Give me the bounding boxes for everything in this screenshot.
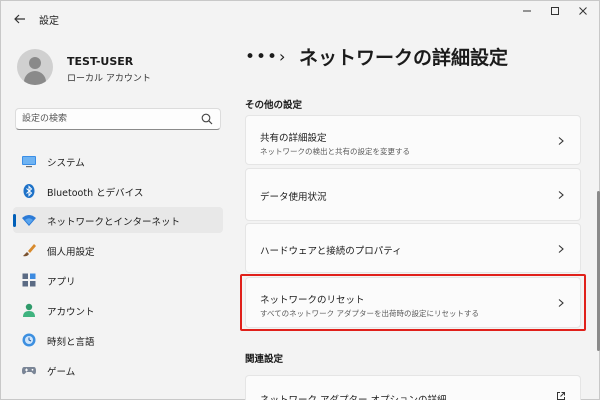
profile-account-type: ローカル アカウント — [67, 74, 151, 84]
active-indicator — [13, 214, 16, 227]
title-bar: 設定 — [1, 1, 599, 37]
search-icon[interactable] — [200, 112, 214, 126]
settings-window: 設定 TEST-USER ローカル アカウント システム — [0, 0, 600, 400]
bluetooth-icon — [23, 184, 35, 198]
chevron-right-icon — [558, 191, 564, 199]
close-icon — [579, 7, 587, 15]
breadcrumb-separator: › — [279, 47, 286, 66]
wifi-icon — [22, 215, 36, 226]
back-button[interactable] — [11, 10, 29, 28]
search-input[interactable] — [22, 112, 192, 126]
page-title: ネットワークの詳細設定 — [299, 47, 509, 69]
sidebar-item-label: アプリ — [47, 277, 76, 288]
sidebar-item-apps[interactable]: アプリ — [13, 267, 223, 293]
section-heading-other: その他の設定 — [245, 100, 303, 111]
external-link-icon — [557, 392, 565, 400]
gamepad-icon — [22, 367, 36, 375]
chevron-right-icon — [558, 245, 564, 253]
card-description: ネットワークの検出と共有の設定を変更する — [260, 147, 410, 156]
card-title: ネットワーク アダプター オプションの詳細 — [260, 392, 447, 400]
sidebar-item-label: Bluetooth とデバイス — [47, 188, 144, 199]
chevron-right-icon — [558, 137, 564, 145]
sidebar-item-label: アカウント — [47, 307, 95, 318]
sidebar-item-label: 個人用設定 — [47, 247, 95, 258]
minimize-icon — [523, 10, 531, 12]
sidebar-item-system[interactable]: システム — [13, 148, 223, 174]
maximize-button[interactable] — [543, 5, 567, 21]
avatar-body — [24, 71, 46, 85]
brush-icon — [23, 244, 36, 257]
card-title: ネットワークのリセット — [260, 295, 365, 306]
card-hardware-properties[interactable]: ハードウェアと接続のプロパティ — [245, 223, 581, 273]
sidebar-item-label: ネットワークとインターネット — [47, 217, 181, 228]
card-data-usage[interactable]: データ使用状況 — [245, 168, 581, 221]
sidebar-item-label: システム — [47, 158, 85, 169]
card-description: すべてのネットワーク アダプターを出荷時の設定にリセットする — [260, 309, 480, 318]
globe-clock-icon — [22, 333, 36, 347]
avatar[interactable] — [17, 49, 53, 85]
card-title: ハードウェアと接続のプロパティ — [260, 246, 402, 257]
breadcrumb-overflow-button[interactable]: ••• — [245, 47, 278, 67]
monitor-icon — [22, 156, 36, 168]
sidebar-item-accounts[interactable]: アカウント — [13, 297, 223, 323]
person-icon — [23, 303, 35, 317]
sidebar-item-personalization[interactable]: 個人用設定 — [13, 237, 223, 263]
profile-name: TEST-USER — [67, 55, 134, 68]
card-title: データ使用状況 — [260, 192, 327, 203]
chevron-right-icon — [558, 299, 564, 307]
card-advanced-sharing[interactable]: 共有の詳細設定 ネットワークの検出と共有の設定を変更する — [245, 115, 581, 165]
maximize-icon — [551, 7, 559, 15]
card-title: 共有の詳細設定 — [260, 133, 327, 144]
sidebar-item-bluetooth[interactable]: Bluetooth とデバイス — [13, 178, 223, 204]
sidebar-item-network[interactable]: ネットワークとインターネット — [13, 207, 223, 233]
card-adapter-options[interactable]: ネットワーク アダプター オプションの詳細 — [245, 375, 581, 400]
avatar-head — [29, 57, 41, 69]
app-title: 設定 — [39, 16, 59, 27]
close-button[interactable] — [571, 5, 595, 21]
back-arrow-icon — [14, 14, 25, 24]
search-box[interactable] — [15, 108, 221, 130]
card-network-reset[interactable]: ネットワークのリセット すべてのネットワーク アダプターを出荷時の設定にリセット… — [245, 277, 581, 328]
apps-icon — [22, 273, 36, 287]
sidebar-item-label: ゲーム — [47, 367, 76, 378]
sidebar-item-time-language[interactable]: 時刻と言語 — [13, 327, 223, 353]
sidebar-item-label: 時刻と言語 — [47, 337, 95, 348]
sidebar-item-gaming[interactable]: ゲーム — [13, 357, 223, 383]
minimize-button[interactable] — [515, 5, 539, 21]
section-heading-related: 関連設定 — [245, 354, 284, 365]
